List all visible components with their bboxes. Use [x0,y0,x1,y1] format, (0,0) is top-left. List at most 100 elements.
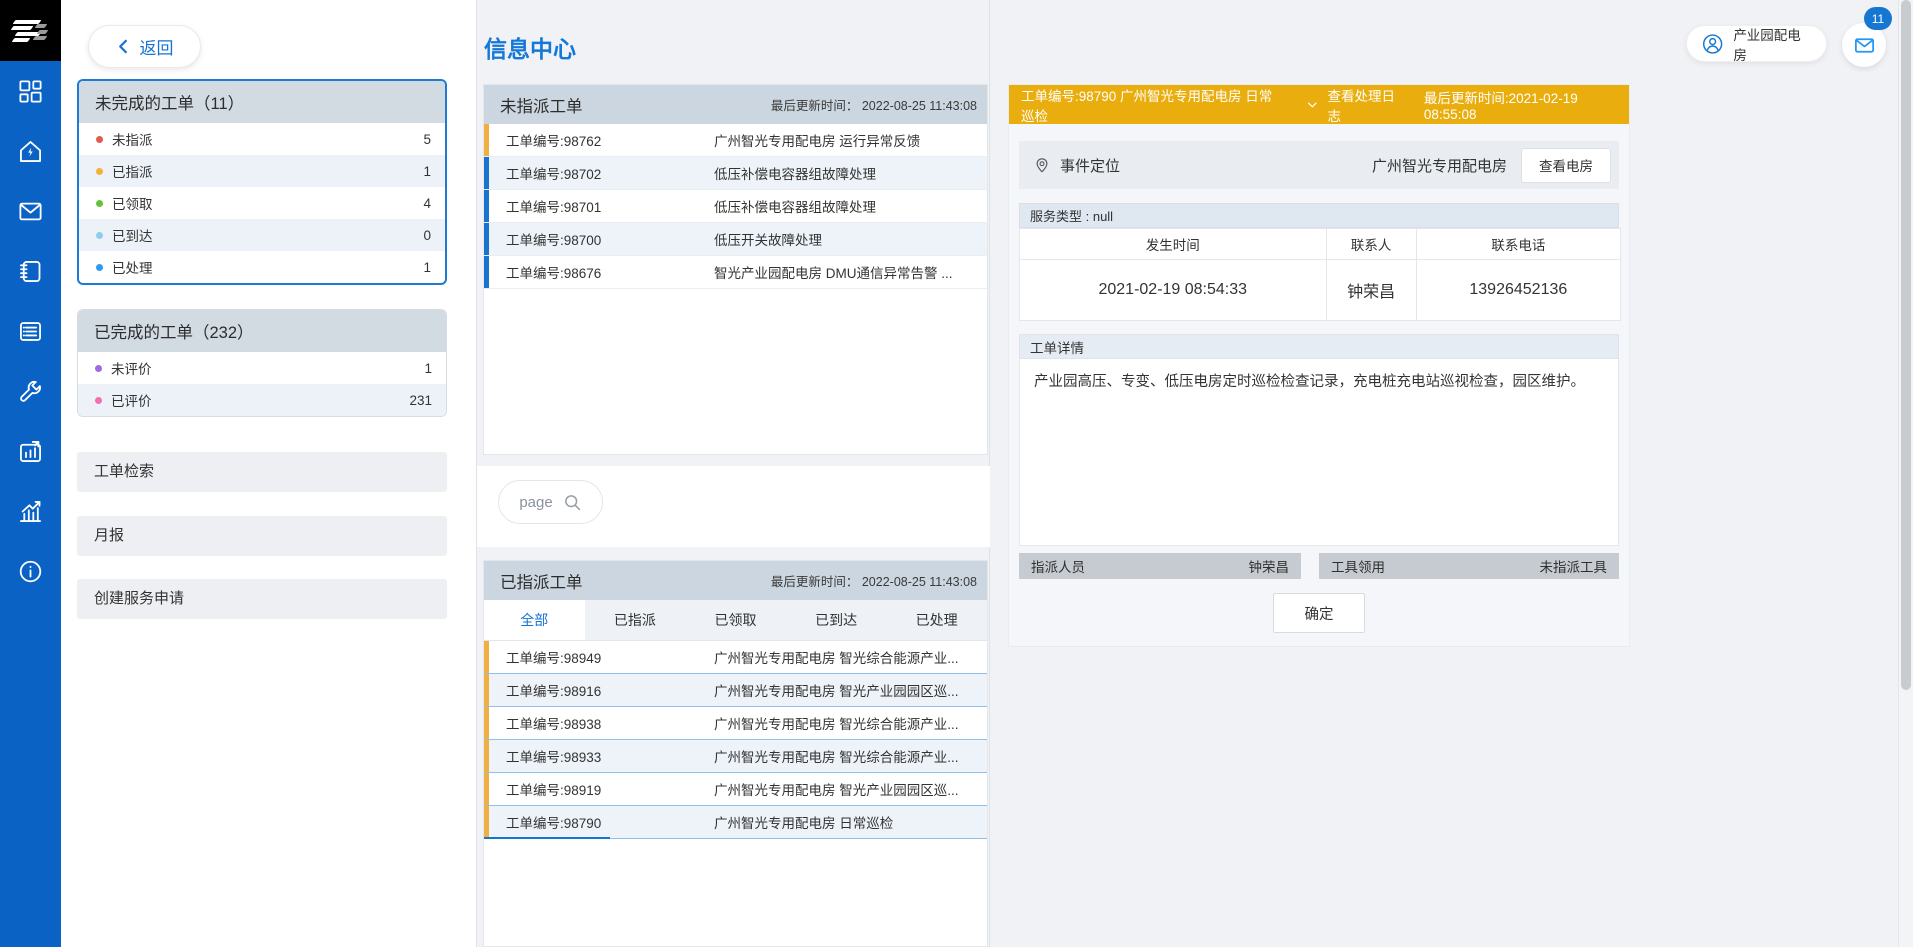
sidebar-item-report[interactable] [0,424,61,484]
user-name: 产业园配电房 [1733,24,1812,64]
menu-item-create-service-request[interactable]: 创建服务申请 [77,579,447,619]
map-pin-icon [1033,156,1051,174]
sidebar-item-analytics[interactable] [0,484,61,544]
sidebar-item-home[interactable] [0,124,61,184]
status-bar [484,641,489,673]
status-count: 1 [424,361,432,376]
detail-header-bar: 工单编号:98790 广州智光专用配电房 日常巡检 查看处理日志 最后更新时间:… [1009,85,1629,124]
status-row-assigned[interactable]: 已指派 1 [79,155,445,187]
info-icon [17,558,44,590]
status-count: 5 [423,132,431,147]
event-location-row: 事件定位 广州智光专用配电房 查看电房 [1019,141,1619,189]
tab-claimed[interactable]: 已领取 [685,600,786,640]
table-row[interactable]: 工单编号:98762 广州智光专用配电房 运行异常反馈 [484,124,987,157]
tab-all[interactable]: 全部 [484,600,585,640]
order-details-label: 工单详情 [1019,334,1619,359]
status-row-processed[interactable]: 已处理 1 [79,251,445,283]
tab-processed[interactable]: 已处理 [886,600,987,640]
table-row[interactable]: 工单编号:98701 低压补偿电容器组故障处理 [484,190,987,223]
logo-icon [12,18,50,44]
page-label: page [519,494,552,511]
sidebar-item-messages[interactable] [0,184,61,244]
table-row[interactable]: 工单编号:98676 智光产业园配电房 DMU通信异常告警 ... [484,256,987,289]
assignee-value: 钟荣昌 [1249,556,1290,576]
assigned-panel-title: 已指派工单 [500,569,583,593]
completed-orders-card: 已完成的工单（232） 未评价 1 已评价 231 [77,309,447,417]
view-power-room-button[interactable]: 查看电房 [1521,148,1611,183]
app-logo [0,0,61,61]
table-row[interactable]: 工单编号:98700 低压开关故障处理 [484,223,987,256]
menu-item-monthly-report[interactable]: 月报 [77,516,447,556]
tools-bar[interactable]: 工具领用 未指派工具 [1319,553,1619,579]
mail-icon [17,198,44,230]
chevron-down-icon[interactable] [1305,97,1320,113]
status-row-rated[interactable]: 已评价 231 [78,384,446,416]
status-dot [95,397,102,404]
chevron-left-icon [116,39,131,54]
tab-assigned[interactable]: 已指派 [585,600,686,640]
assignee-label: 指派人员 [1031,556,1085,576]
event-location-label: 事件定位 [1060,155,1120,176]
sidebar-item-notebook[interactable] [0,244,61,304]
status-bar [484,740,489,772]
home-energy-icon [17,138,44,170]
table-row[interactable]: 工单编号:98919 广州智光专用配电房 智光产业园园区巡... [484,773,987,806]
table-row[interactable]: 工单编号:98938 广州智光专用配电房 智光综合能源产业... [484,707,987,740]
status-row-arrived[interactable]: 已到达 0 [79,219,445,251]
tab-arrived[interactable]: 已到达 [786,600,887,640]
status-row-unrated[interactable]: 未评价 1 [78,352,446,384]
user-icon [1701,32,1724,56]
table-row[interactable]: 工单编号:98933 广州智光专用配电房 智光综合能源产业... [484,740,987,773]
menu-item-order-search[interactable]: 工单检索 [77,452,447,492]
current-user-pill[interactable]: 产业园配电房 [1686,25,1827,62]
status-bar [484,157,489,189]
incomplete-orders-title: 未完成的工单（11） [79,81,445,123]
col-header-occur-time: 发生时间 [1020,229,1327,260]
left-panel: 返回 未完成的工单（11） 未指派 5 已指派 1 已领取 4 已到达 0 已处… [61,0,477,947]
event-location-value: 广州智光专用配电房 [1372,155,1507,176]
unassigned-orders-panel: 未指派工单 最后更新时间： 2022-08-25 11:43:08 工单编号:9… [483,84,988,455]
unassigned-updated-time: 最后更新时间： 2022-08-25 11:43:08 [771,95,977,114]
page-scrollbar-track[interactable] [1898,0,1913,947]
list-icon [17,318,44,350]
page-title: 信息中心 [484,30,576,64]
status-bar [484,256,489,288]
back-button[interactable]: 返回 [88,25,201,68]
tools-value: 未指派工具 [1540,556,1608,576]
status-dot [96,136,103,143]
table-row[interactable]: 工单编号:98702 低压补偿电容器组故障处理 [484,157,987,190]
detail-order-title: 工单编号:98790 广州智光专用配电房 日常巡检 [1021,85,1277,125]
table-row[interactable]: 工单编号:98916 广州智光专用配电房 智光产业园园区巡... [484,674,987,707]
order-details-content: 产业园高压、专变、低压电房定时巡检检查记录，充电桩充电站巡视检查，园区维护。 [1019,359,1619,546]
view-process-log-link[interactable]: 查看处理日志 [1327,85,1401,125]
incomplete-orders-card: 未完成的工单（11） 未指派 5 已指派 1 已领取 4 已到达 0 已处理 1 [77,79,447,285]
sidebar-item-tools[interactable] [0,364,61,424]
apps-icon [17,78,44,110]
status-count: 231 [409,393,432,408]
detail-updated-time: 最后更新时间:2021-02-19 08:55:08 [1424,87,1617,122]
status-bar [484,806,489,838]
status-count: 4 [423,196,431,211]
report-icon [17,438,44,470]
sidebar-item-worklist[interactable] [0,304,61,364]
table-row-selected[interactable]: 工单编号:98790 广州智光专用配电房 日常巡检 [484,806,987,839]
service-type-bar: 服务类型 : null [1019,203,1619,228]
sidebar-item-info[interactable] [0,544,61,604]
contact-phone-value: 13926452136 [1416,260,1620,321]
status-bar [484,707,489,739]
table-row[interactable]: 工单编号:98949 广州智光专用配电房 智光综合能源产业... [484,641,987,674]
page-scrollbar-thumb[interactable] [1901,0,1911,690]
work-order-detail-panel: 工单编号:98790 广州智光专用配电房 日常巡检 查看处理日志 最后更新时间:… [1008,84,1630,647]
status-row-unassigned[interactable]: 未指派 5 [79,123,445,155]
assignee-bar[interactable]: 指派人员 钟荣昌 [1019,553,1301,579]
status-dot [96,200,103,207]
sidebar-item-apps[interactable] [0,64,61,124]
confirm-button[interactable]: 确定 [1273,593,1365,633]
back-label: 返回 [140,34,174,59]
status-count: 1 [423,260,431,275]
status-dot [95,365,102,372]
status-count: 1 [423,164,431,179]
col-header-contact: 联系人 [1326,229,1416,260]
status-row-claimed[interactable]: 已领取 4 [79,187,445,219]
page-search-button[interactable]: page [498,480,603,524]
